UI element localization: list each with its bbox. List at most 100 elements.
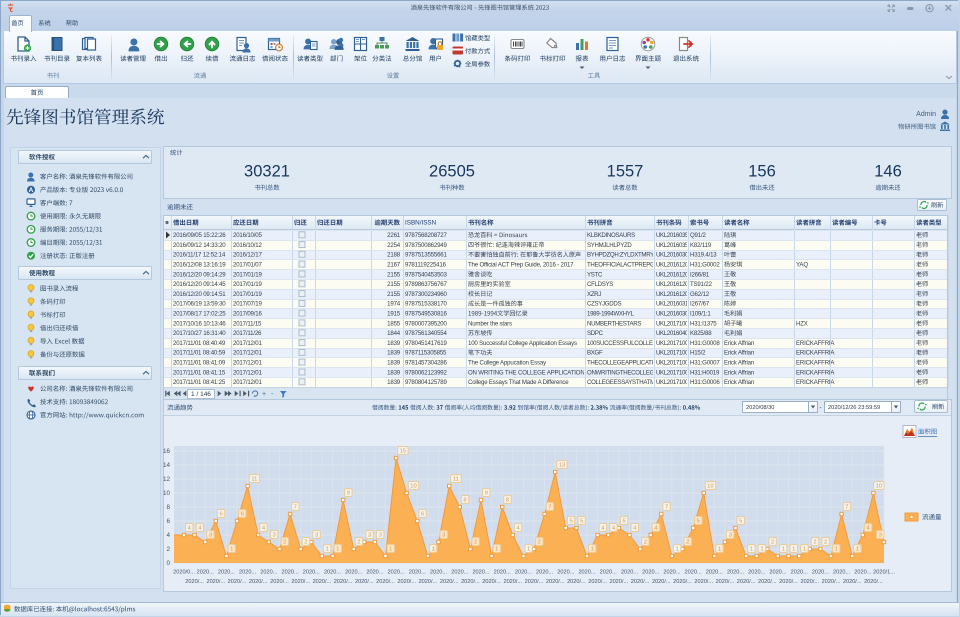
svg-text:9787549530816: 9787549530816 (405, 311, 448, 318)
svg-text:I109/1:1: I109/1:1 (690, 311, 711, 318)
svg-text:2017/12/01: 2017/12/01 (233, 369, 262, 376)
svg-text:1: 1 (495, 547, 498, 553)
svg-text:2020/...: 2020/... (334, 579, 353, 585)
svg-text:3: 3 (442, 533, 445, 539)
svg-text:Q91/2: Q91/2 (690, 232, 706, 239)
svg-text:2020/...: 2020/... (419, 579, 438, 585)
svg-text:2017/01/19: 2017/01/19 (233, 281, 262, 288)
svg-text:5: 5 (580, 519, 583, 525)
svg-text:CFLDSYS: CFLDSYS (587, 281, 613, 288)
svg-text:2017/11/01 08:40:59: 2017/11/01 08:40:59 (173, 350, 226, 357)
svg-text:UKL2016040: UKL2016040 (656, 330, 689, 337)
svg-text:1: 1 (230, 547, 233, 553)
svg-text:30321: 30321 (244, 163, 290, 181)
svg-text:H31:G0007: H31:G0007 (690, 360, 720, 367)
svg-text:1: 1 (856, 547, 859, 553)
svg-text:2017/11/01 08:41:25: 2017/11/01 08:41:25 (173, 379, 226, 386)
svg-text:The College Appucation Essay: The College Appucation Essay (468, 360, 547, 367)
svg-text:UKL2016120: UKL2016120 (656, 271, 689, 278)
svg-text:2017/06/19 13:59:30: 2017/06/19 13:59:30 (173, 301, 226, 308)
svg-text:2155: 2155 (387, 291, 401, 298)
svg-text:9780804125789: 9780804125789 (405, 379, 448, 386)
svg-text:2020/...: 2020/... (291, 579, 310, 585)
svg-text:2017/11/01 08:40:49: 2017/11/01 08:40:49 (173, 340, 226, 347)
svg-text:2020/...: 2020/... (355, 579, 374, 585)
svg-text:ERICKAFFRIA: ERICKAFFRIA (796, 360, 835, 367)
svg-text:2: 2 (166, 546, 170, 553)
svg-text:K825/88: K825/88 (690, 330, 712, 337)
svg-text:7: 7 (665, 505, 668, 511)
svg-text:2188: 2188 (387, 252, 401, 259)
svg-text:2020...: 2020... (578, 570, 596, 576)
svg-text:9787300234960: 9787300234960 (405, 291, 448, 298)
svg-text:1: 1 (591, 547, 594, 553)
svg-text:UKL2017100: UKL2017100 (656, 360, 689, 367)
svg-text:1839: 1839 (387, 369, 401, 376)
svg-text:12: 12 (163, 476, 171, 483)
svg-text:1844: 1844 (387, 330, 401, 337)
svg-text:2020/...: 2020/... (588, 579, 607, 585)
svg-text:ISBN/ISSN: ISBN/ISSN (405, 220, 437, 227)
svg-text:2020...: 2020... (388, 570, 406, 576)
svg-text:2020...: 2020... (833, 570, 851, 576)
svg-text:1: 1 (760, 547, 763, 553)
svg-text:2017/09/16: 2017/09/16 (233, 311, 262, 318)
svg-text:2020/...: 2020/... (525, 579, 544, 585)
svg-text:9787515338170: 9787515338170 (405, 301, 448, 308)
svg-text:UKL2016030: UKL2016030 (656, 311, 689, 318)
svg-text:A: A (29, 187, 34, 194)
svg-text:3: 3 (379, 533, 382, 539)
svg-text:9787561340554: 9787561340554 (405, 330, 448, 337)
svg-text:26505: 26505 (429, 163, 475, 181)
svg-text:2020...: 2020... (515, 570, 533, 576)
svg-text:1: 1 (718, 547, 721, 553)
svg-text:3: 3 (729, 533, 732, 539)
svg-text:2020/...: 2020/... (758, 579, 777, 585)
svg-text:5: 5 (697, 519, 700, 525)
svg-text:1839: 1839 (387, 379, 401, 386)
svg-text:2017/01/07: 2017/01/07 (233, 262, 262, 269)
svg-text:8: 8 (463, 498, 466, 504)
svg-text:156: 156 (748, 163, 776, 181)
svg-text:9: 9 (347, 491, 350, 497)
svg-text:2020...: 2020... (345, 570, 363, 576)
svg-text:5: 5 (739, 519, 742, 525)
svg-text:ERICKAFFRIA: ERICKAFFRIA (796, 350, 835, 357)
svg-text:THEOFFICIALACTPREPGU: THEOFFICIALACTPREPGU (587, 262, 659, 269)
svg-text:13: 13 (559, 463, 565, 469)
svg-text:2020...: 2020... (557, 570, 575, 576)
svg-text:The Official ACT Prep Guide, 2: The Official ACT Prep Guide, 2016 - 2017 (468, 262, 574, 269)
svg-text:G62/12: G62/12 (690, 291, 710, 298)
svg-text:UKL2017100: UKL2017100 (656, 350, 689, 357)
svg-text:Erick Affrian: Erick Affrian (724, 369, 754, 376)
svg-text:2020...: 2020... (260, 570, 278, 576)
svg-text:1: 1 (527, 547, 530, 553)
svg-text:SYHMJLHLPYZD: SYHMJLHLPYZD (587, 242, 632, 249)
svg-text:2017/11/01 08:41:15: 2017/11/01 08:41:15 (173, 369, 226, 376)
svg-text:3: 3 (368, 533, 371, 539)
svg-text:8: 8 (506, 498, 509, 504)
svg-text:2017/11/01 08:41:09: 2017/11/01 08:41:09 (173, 360, 226, 367)
svg-text:2167: 2167 (387, 262, 401, 269)
svg-text:3: 3 (879, 533, 882, 539)
svg-text:2020...: 2020... (812, 570, 830, 576)
svg-text:2020...: 2020... (303, 570, 321, 576)
svg-text:1: 1 (675, 547, 678, 553)
svg-text:2020/...: 2020/... (737, 579, 756, 585)
svg-text:Erick Affrian: Erick Affrian (724, 379, 754, 386)
svg-text:1: 1 (336, 547, 339, 553)
svg-text:2: 2 (304, 540, 307, 546)
svg-text:2016/10/12: 2016/10/12 (233, 242, 262, 249)
svg-text:2020/1...: 2020/1... (873, 570, 895, 576)
svg-text:2020...: 2020... (621, 570, 639, 576)
svg-text:2020...: 2020... (282, 570, 300, 576)
svg-text:9787500862949: 9787500862949 (405, 242, 448, 249)
svg-text:5: 5 (622, 519, 625, 525)
svg-text:2020/...: 2020/... (779, 579, 798, 585)
svg-text:1839: 1839 (387, 340, 401, 347)
svg-text:2020...: 2020... (536, 570, 554, 576)
svg-text:1915: 1915 (387, 311, 401, 318)
svg-text:3: 3 (272, 533, 275, 539)
svg-text:2020/...: 2020/... (461, 579, 480, 585)
svg-text:2016/09/12 14:33:20: 2016/09/12 14:33:20 (173, 242, 226, 249)
